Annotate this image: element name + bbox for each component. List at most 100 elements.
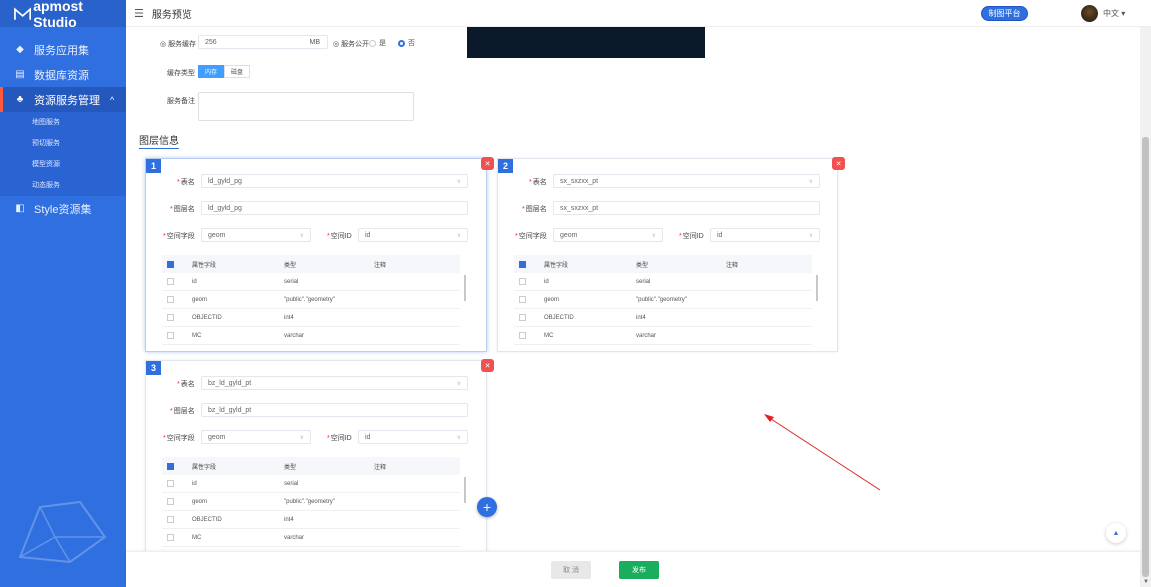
table-select[interactable]: ld_gyld_pg ∨ xyxy=(201,174,468,188)
mapmost-logo-icon xyxy=(14,6,32,20)
field-type: "public"."geometry" xyxy=(636,296,687,303)
srid-select[interactable]: id ∨ xyxy=(358,228,468,242)
avatar[interactable] xyxy=(1081,5,1098,22)
layer-card-1: 1 ✕ *表名 ld_gyld_pg ∨ *图层名 ld_gyld_pg *空间字… xyxy=(145,157,494,352)
cache-input[interactable]: 256 MB xyxy=(198,35,328,49)
row-checkbox[interactable] xyxy=(167,498,174,505)
layer-name-input[interactable]: ld_gyld_pg xyxy=(201,201,468,215)
remark-textarea[interactable] xyxy=(198,92,414,121)
row-checkbox[interactable] xyxy=(519,332,526,339)
row-checkbox[interactable] xyxy=(167,480,174,487)
geom-field-select[interactable]: geom ∨ xyxy=(201,228,311,242)
select-all-checkbox[interactable] xyxy=(519,260,526,268)
chevron-down-icon: ∨ xyxy=(456,178,461,185)
srid-select[interactable]: id ∨ xyxy=(358,430,468,444)
sidebar-subitem-model[interactable]: 模型资源 xyxy=(0,154,126,175)
table-scrollbar[interactable] xyxy=(816,275,818,301)
row-checkbox[interactable] xyxy=(519,296,526,303)
sidebar: apmost Studio ◆ 服务应用集 ▤ 数据库资源 ♣ 资源服务管理 ^… xyxy=(0,0,126,587)
select-all-checkbox[interactable] xyxy=(167,260,174,268)
brand-logo[interactable]: apmost Studio xyxy=(0,0,126,30)
table-select[interactable]: sx_sxzxx_pt ∨ xyxy=(553,174,820,188)
geom-field-label: *空间字段 xyxy=(163,233,195,240)
srid-select[interactable]: id ∨ xyxy=(710,228,820,242)
public-yes-radio[interactable]: 是 xyxy=(369,38,386,48)
sidebar-item-resource-services[interactable]: ♣ 资源服务管理 ^ xyxy=(0,87,126,112)
row-checkbox[interactable] xyxy=(167,534,174,541)
layer-card-index: 3 xyxy=(146,361,161,375)
layer-name-label: *图层名 xyxy=(522,206,547,213)
geom-field-value: geom xyxy=(208,433,226,441)
close-icon[interactable]: ✕ xyxy=(832,157,845,170)
radio-label: 是 xyxy=(379,40,386,47)
chevron-down-icon: ∨ xyxy=(456,434,461,441)
sidebar-subitem-dynamic[interactable]: 动态服务 xyxy=(0,175,126,196)
geom-field-select[interactable]: geom ∨ xyxy=(553,228,663,242)
sidebar-item-service-apps[interactable]: ◆ 服务应用集 xyxy=(0,37,126,62)
scroll-down-arrow-icon[interactable]: ▼ xyxy=(1143,579,1149,585)
cancel-button[interactable]: 取 消 xyxy=(551,561,591,579)
table-row: MC varchar xyxy=(162,529,460,547)
cache-type-memory[interactable]: 内存 xyxy=(198,65,225,78)
table-label: *表名 xyxy=(177,179,195,186)
sidebar-item-style[interactable]: ◧ Style资源集 xyxy=(0,196,126,221)
row-checkbox[interactable] xyxy=(519,278,526,285)
radio-dot xyxy=(398,39,405,47)
row-checkbox[interactable] xyxy=(167,332,174,339)
sidebar-item-database[interactable]: ▤ 数据库资源 xyxy=(0,62,126,87)
geom-field-label: *空间字段 xyxy=(515,233,547,240)
publish-button[interactable]: 发布 xyxy=(619,561,659,579)
sidebar-subitem-tile[interactable]: 预切服务 xyxy=(0,133,126,154)
sidebar-item-label: 资源服务管理 xyxy=(34,94,100,107)
sidebar-item-label: Style资源集 xyxy=(34,203,92,216)
field-type: int4 xyxy=(284,516,294,523)
language-label: 中文 xyxy=(1103,9,1119,18)
scrollbar-thumb[interactable] xyxy=(1142,137,1149,577)
geom-field-select[interactable]: geom ∨ xyxy=(201,430,311,444)
add-layer-button[interactable]: + xyxy=(477,497,497,517)
table-select[interactable]: bz_ld_gyld_pt ∨ xyxy=(201,376,468,390)
srid-label: *空间ID xyxy=(327,233,352,240)
cluster-icon: ♣ xyxy=(16,94,24,105)
menu-toggle-icon[interactable]: ☰ xyxy=(134,7,144,20)
close-icon[interactable]: ✕ xyxy=(481,157,494,170)
field-table: 属性字段 类型 注释 id serial geom "public"."geomet… xyxy=(162,255,466,345)
cache-type-disk[interactable]: 磁盘 xyxy=(224,65,251,78)
field-type: int4 xyxy=(284,314,294,321)
radio-label: 否 xyxy=(408,40,415,47)
table-row: id serial xyxy=(162,475,460,493)
field-type: serial xyxy=(284,480,299,487)
database-icon: ▤ xyxy=(15,69,25,80)
row-checkbox[interactable] xyxy=(519,314,526,321)
cache-value: 256 xyxy=(205,38,217,46)
table-row: id serial xyxy=(514,273,812,291)
radio-dot xyxy=(369,39,376,47)
row-checkbox[interactable] xyxy=(167,278,174,285)
layer-name-input[interactable]: bz_ld_gyld_pt xyxy=(201,403,468,417)
table-value: sx_sxzxx_pt xyxy=(560,177,599,185)
geom-field-value: geom xyxy=(560,231,578,239)
cache-unit: MB xyxy=(309,38,321,46)
map-decoration-icon xyxy=(18,500,107,564)
layer-name-label: *图层名 xyxy=(170,408,195,415)
public-no-radio[interactable]: 否 xyxy=(398,38,415,48)
table-scrollbar[interactable] xyxy=(464,275,466,301)
field-name: MC xyxy=(192,534,202,541)
srid-value: id xyxy=(717,231,723,239)
page-scrollbar[interactable]: ▼ xyxy=(1140,27,1151,587)
geom-field-label: *空间字段 xyxy=(163,435,195,442)
close-icon[interactable]: ✕ xyxy=(481,359,494,372)
table-scrollbar[interactable] xyxy=(464,477,466,503)
sidebar-subitem-map[interactable]: 地图服务 xyxy=(0,112,126,133)
col-attr-header: 属性字段 xyxy=(192,262,217,269)
select-all-checkbox[interactable] xyxy=(167,462,174,470)
back-to-top-button[interactable]: ▲ xyxy=(1106,523,1126,543)
field-name: OBJECTID xyxy=(192,516,222,523)
row-checkbox[interactable] xyxy=(167,296,174,303)
row-checkbox[interactable] xyxy=(167,516,174,523)
row-checkbox[interactable] xyxy=(167,314,174,321)
platform-button[interactable]: 制图平台 xyxy=(981,6,1028,21)
language-switch[interactable]: 中文 ▾ xyxy=(1103,8,1125,19)
layer-name-input[interactable]: sx_sxzxx_pt xyxy=(553,201,820,215)
cache-type-label: 缓存类型 xyxy=(167,70,195,77)
